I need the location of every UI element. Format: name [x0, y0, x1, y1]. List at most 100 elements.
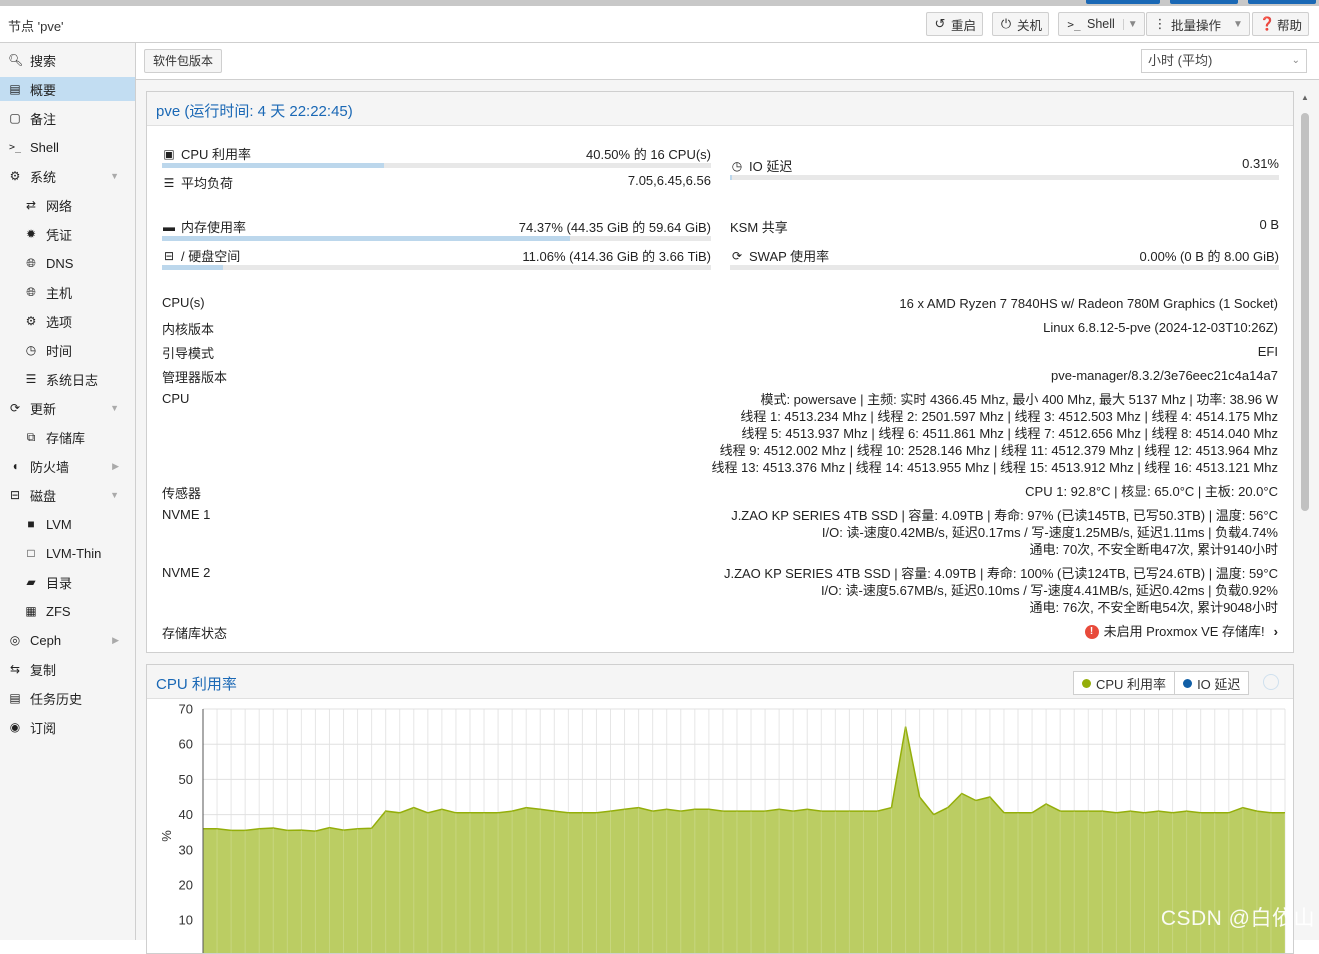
- sensor-label: 传感器: [162, 486, 202, 501]
- load-average-row: ☰ 平均负荷 7.05,6.45,6.56: [162, 173, 711, 193]
- repository-status-text: 未启用 Proxmox VE 存储库!: [1103, 624, 1265, 639]
- sidebar-item-shell[interactable]: >_ Shell: [0, 135, 135, 159]
- sidebar-item-ceph[interactable]: ◎ Ceph ▶: [0, 628, 135, 652]
- nvme2-value: J.ZAO KP SERIES 4TB SSD | 容量: 4.09TB | 寿…: [724, 565, 1278, 616]
- timeframe-value: 小时 (平均): [1148, 53, 1213, 68]
- sidebar-item-syslog[interactable]: ☰ 系统日志: [0, 367, 135, 391]
- gear-icon: ⚙: [25, 314, 37, 328]
- sidebar-item-certificates[interactable]: ✹ 凭证: [0, 222, 135, 246]
- chevron-down-icon[interactable]: ▼: [110, 403, 119, 413]
- chevron-down-icon[interactable]: ▼: [110, 490, 119, 500]
- shutdown-button[interactable]: ⏻ 关机: [992, 12, 1050, 36]
- cpu-usage-label: CPU 利用率: [181, 147, 252, 162]
- hdd-icon: ⊟: [9, 488, 21, 502]
- bulk-actions-button[interactable]: ⋮ 批量操作 ▼: [1146, 12, 1250, 36]
- cpu-info-label: CPU: [162, 391, 190, 406]
- y-tick-label: 30: [179, 842, 193, 857]
- sidebar-item-notes[interactable]: ▢ 备注: [0, 106, 135, 130]
- chevron-down-icon[interactable]: ▼: [1122, 18, 1138, 30]
- legend-item-cpu[interactable]: CPU 利用率: [1074, 674, 1174, 693]
- cpu-usage-bar: [162, 163, 711, 168]
- sidebar-item-label: 复制: [30, 662, 57, 678]
- sidebar-item-lvm-thin[interactable]: □ LVM-Thin: [0, 541, 135, 565]
- help-label: 帮助: [1277, 18, 1303, 33]
- sidebar-item-search[interactable]: 🔍︎ 搜索: [0, 48, 135, 72]
- cpu-chip-icon: ▣: [163, 146, 175, 161]
- swap-usage-label: SWAP 使用率: [749, 249, 830, 264]
- sidebar: 🔍︎ 搜索 ▤ 概要 ▢ 备注 >_ Shell ⚙ 系统 ▼ ⇄ 网络 ✹ 凭证 🌐︎ DNS …: [0, 43, 136, 940]
- restart-label: 重启: [951, 18, 977, 33]
- grid-icon: ▦: [25, 604, 37, 618]
- sidebar-item-disks[interactable]: ⊟ 磁盘 ▼: [0, 483, 135, 507]
- scrollbar-thumb[interactable]: [1301, 113, 1309, 511]
- shell-button[interactable]: >_ Shell ▼: [1058, 12, 1145, 36]
- cpu-info-line: 线程 9: 4512.002 Mhz | 线程 10: 2528.146 Mhz…: [719, 443, 1278, 458]
- sidebar-item-hosts[interactable]: 🌐︎ 主机: [0, 280, 135, 304]
- disk-space-label: / 硬盘空间: [181, 249, 241, 264]
- sidebar-item-options[interactable]: ⚙ 选项: [0, 309, 135, 333]
- undo-zoom-icon[interactable]: [1263, 674, 1279, 690]
- restart-button[interactable]: ↺ 重启: [926, 12, 984, 36]
- nvme1-value: J.ZAO KP SERIES 4TB SSD | 容量: 4.09TB | 寿…: [731, 507, 1278, 558]
- shutdown-label: 关机: [1017, 18, 1043, 33]
- memory-usage-bar: [162, 236, 711, 241]
- cpus-value: 16 x AMD Ryzen 7 7840HS w/ Radeon 780M G…: [899, 296, 1278, 311]
- ksm-sharing-row: KSM 共享 0 B: [730, 217, 1279, 237]
- package-versions-button[interactable]: 软件包版本: [144, 49, 223, 73]
- legend-item-io[interactable]: IO 延迟: [1175, 674, 1248, 693]
- sidebar-item-label: 时间: [46, 343, 73, 359]
- clock-icon: ◷: [25, 343, 37, 357]
- y-tick-label: 20: [179, 878, 193, 893]
- memory-usage-value: 74.37% (44.35 GiB 的 59.64 GiB): [518, 220, 711, 235]
- sidebar-item-zfs[interactable]: ▦ ZFS: [0, 599, 135, 623]
- sidebar-item-directory[interactable]: ▰ 目录: [0, 570, 135, 594]
- top-strip-tab: [1248, 0, 1316, 4]
- sidebar-item-firewall[interactable]: ◖ 防火墙 ▶: [0, 454, 135, 478]
- timeframe-select[interactable]: 小时 (平均) ⌄: [1141, 49, 1307, 73]
- chevron-down-icon[interactable]: ▼: [110, 171, 119, 181]
- status-panel: pve (运行时间: 4 天 22:22:45) ▣ CPU 利用率 40.50%…: [146, 91, 1294, 653]
- cpu-usage-bar-fill: [162, 163, 385, 168]
- sidebar-item-label: 备注: [30, 111, 57, 127]
- load-average-label: 平均负荷: [181, 176, 234, 191]
- cpu-info-value: 模式: powersave | 主频: 实时 4366.45 Mhz, 最小 4…: [711, 391, 1278, 476]
- sidebar-item-network[interactable]: ⇄ 网络: [0, 193, 135, 217]
- cpu-series-area: [203, 726, 1285, 953]
- node-title: 节点 'pve': [8, 19, 64, 34]
- sidebar-item-time[interactable]: ◷ 时间: [0, 338, 135, 362]
- sidebar-item-replication[interactable]: ⇆ 复制: [0, 657, 135, 681]
- folder-icon: ▰: [26, 575, 36, 589]
- nvme1-line: J.ZAO KP SERIES 4TB SSD | 容量: 4.09TB | 寿…: [731, 508, 1278, 523]
- legend-label-cpu: CPU 利用率: [1096, 676, 1167, 692]
- y-tick-label: 70: [179, 702, 193, 717]
- list-alt-icon: ▤: [9, 691, 21, 705]
- refresh-icon: ⟳: [731, 248, 743, 263]
- boot-mode-value: EFI: [1257, 344, 1278, 359]
- manager-version-label: 管理器版本: [162, 370, 228, 385]
- chevron-right-icon[interactable]: ▶: [112, 635, 119, 646]
- ksm-sharing-value: 0 B: [1259, 217, 1279, 232]
- retweet-icon: ⇆: [9, 662, 21, 676]
- chevron-right-icon[interactable]: ›: [1274, 623, 1278, 640]
- chevron-right-icon[interactable]: ▶: [112, 461, 119, 472]
- sidebar-item-repositories[interactable]: ⧉ 存储库: [0, 425, 135, 449]
- sidebar-item-subscription[interactable]: ◉ 订阅: [0, 715, 135, 739]
- nvme2-line: 通电: 76次, 不安全断电54次, 累计9048小时: [1029, 600, 1278, 615]
- help-button[interactable]: ❓ 帮助: [1252, 12, 1310, 36]
- sidebar-item-lvm[interactable]: ■ LVM: [0, 512, 135, 536]
- sidebar-item-summary[interactable]: ▤ 概要: [0, 77, 135, 101]
- sidebar-item-system[interactable]: ⚙ 系统 ▼: [0, 164, 135, 188]
- nvme2-label: NVME 2: [162, 565, 211, 580]
- sidebar-item-updates[interactable]: ⟳ 更新 ▼: [0, 396, 135, 420]
- io-delay-bar: [730, 175, 1279, 180]
- tasks-icon: ☰: [163, 175, 175, 190]
- sidebar-item-dns[interactable]: 🌐︎ DNS: [0, 251, 135, 275]
- content-scrollbar[interactable]: ▲: [1298, 91, 1312, 653]
- memory-usage-row: ▬ 内存使用率 74.37% (44.35 GiB 的 59.64 GiB): [162, 217, 711, 241]
- top-strip-tab: [1086, 0, 1160, 4]
- sidebar-item-task-history[interactable]: ▤ 任务历史: [0, 686, 135, 710]
- main-content: 软件包版本 小时 (平均) ⌄ pve (运行时间: 4 天 22:22:45)…: [136, 43, 1319, 954]
- scroll-up-icon[interactable]: ▲: [1301, 93, 1309, 102]
- repository-status-value[interactable]: ! 未启用 Proxmox VE 存储库! ›: [1084, 623, 1278, 640]
- cpu-info-line: 线程 5: 4513.937 Mhz | 线程 6: 4511.861 Mhz …: [741, 426, 1278, 441]
